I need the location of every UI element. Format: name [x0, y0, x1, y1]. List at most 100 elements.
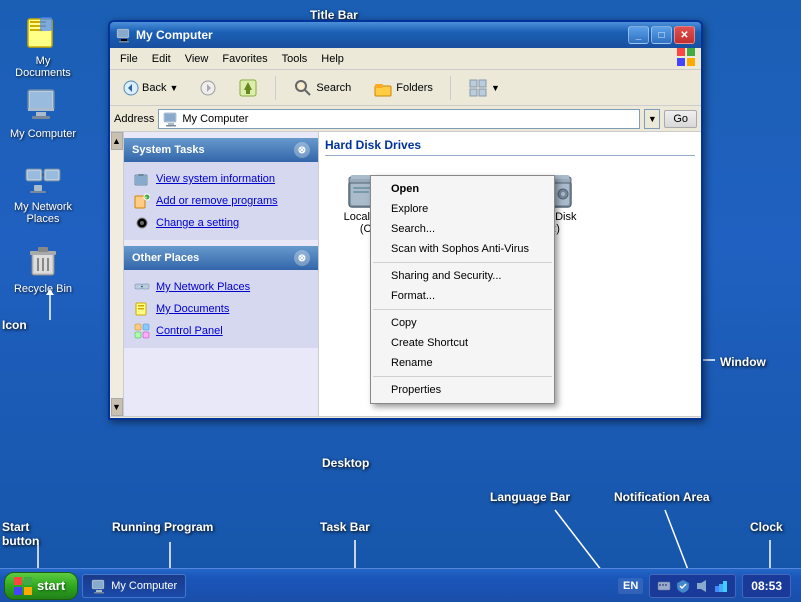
tray-icon-4[interactable] [713, 578, 729, 594]
tray-icon-2[interactable] [675, 578, 691, 594]
menu-favorites[interactable]: Favorites [216, 51, 273, 67]
ctx-rename[interactable]: Rename [371, 353, 554, 373]
keyboard-icon [657, 579, 671, 593]
link-my-network-places[interactable]: My Network Places [132, 276, 310, 298]
desktop-icon-label: My Computer [10, 128, 76, 140]
context-menu: Open Explore Search... Scan with Sophos … [370, 175, 555, 404]
back-dropdown[interactable]: ▼ [169, 83, 178, 93]
ctx-properties[interactable]: Properties [371, 380, 554, 400]
forward-icon [200, 80, 216, 96]
settings-icon [134, 215, 150, 231]
network-tray-icon [714, 579, 728, 593]
maximize-button[interactable]: □ [651, 26, 672, 44]
views-icon [468, 78, 488, 98]
language-indicator[interactable]: EN [618, 578, 643, 594]
annotation-clock: Clock [750, 520, 783, 534]
close-button[interactable]: ✕ [674, 26, 695, 44]
back-button[interactable]: Back ▼ [114, 76, 187, 100]
address-value: My Computer [182, 113, 248, 125]
minimize-button[interactable]: _ [628, 26, 649, 44]
ctx-sharing[interactable]: Sharing and Security... [371, 266, 554, 286]
menu-file[interactable]: File [114, 51, 144, 67]
other-places-collapse-icon[interactable]: ⊗ [294, 250, 310, 266]
ctx-open[interactable]: Open [371, 179, 554, 199]
system-tasks-title: System Tasks [132, 144, 205, 156]
annotation-start-button: Startbutton [2, 520, 39, 548]
info-icon [134, 171, 150, 187]
ctx-search[interactable]: Search... [371, 219, 554, 239]
annotation-language-bar: Language Bar [490, 490, 570, 504]
start-label: start [37, 578, 65, 593]
system-tasks-collapse-icon[interactable]: ⊗ [294, 142, 310, 158]
address-dropdown[interactable]: ▼ [644, 109, 660, 129]
menu-edit[interactable]: Edit [146, 51, 177, 67]
annotation-window: Window [720, 355, 766, 369]
scroll-up[interactable]: ▲ [111, 132, 123, 150]
link-add-remove-programs[interactable]: + Add or remove programs [132, 190, 310, 212]
taskbar-right: EN [612, 569, 797, 602]
folders-label: Folders [396, 82, 433, 94]
window-title: My Computer [136, 28, 213, 42]
search-icon [293, 78, 313, 98]
link-my-documents[interactable]: My Documents [132, 298, 310, 320]
desktop-icon-label: My Network Places [8, 201, 78, 225]
toolbar-separator-1 [275, 76, 276, 100]
system-tasks-header[interactable]: System Tasks ⊗ [124, 138, 318, 162]
start-button[interactable]: start [4, 572, 78, 600]
forward-button[interactable] [191, 76, 225, 100]
views-dropdown[interactable]: ▼ [491, 83, 500, 93]
annotation-taskbar: Task Bar [320, 520, 370, 534]
folders-icon [373, 78, 393, 98]
desktop-icon-recycle-bin[interactable]: Recycle Bin [8, 240, 78, 295]
back-icon [123, 80, 139, 96]
ctx-scan[interactable]: Scan with Sophos Anti-Virus [371, 239, 554, 259]
network-icon [134, 279, 150, 295]
address-computer-icon [163, 111, 179, 127]
ctx-create-shortcut[interactable]: Create Shortcut [371, 333, 554, 353]
desktop-icon-my-network[interactable]: My Network Places [8, 158, 78, 225]
clock[interactable]: 08:53 [742, 574, 791, 598]
annotation-notification-area: Notification Area [614, 490, 710, 504]
menu-view[interactable]: View [179, 51, 215, 67]
menu-help[interactable]: Help [315, 51, 350, 67]
ctx-format[interactable]: Format... [371, 286, 554, 306]
link-view-system-info[interactable]: View system information [132, 168, 310, 190]
scroll-down[interactable]: ▼ [111, 398, 123, 416]
link-control-panel[interactable]: Control Panel [132, 320, 310, 342]
desktop-icon-my-documents[interactable]: My Documents [8, 12, 78, 79]
scroll-area[interactable]: ▲ ▼ [110, 132, 124, 416]
desktop: My Documents My Computer [0, 0, 801, 602]
link-change-setting[interactable]: Change a setting [132, 212, 310, 234]
documents-icon [134, 301, 150, 317]
control-panel-icon [134, 323, 150, 339]
other-places-header[interactable]: Other Places ⊗ [124, 246, 318, 270]
folders-button[interactable]: Folders [364, 74, 442, 102]
ctx-copy[interactable]: Copy [371, 313, 554, 333]
system-tasks-content: View system information + Add or remove … [124, 162, 318, 240]
computer-icon [116, 27, 132, 43]
menu-tools[interactable]: Tools [276, 51, 314, 67]
up-button[interactable] [229, 74, 267, 102]
ctx-explore[interactable]: Explore [371, 199, 554, 219]
taskbar: start My Computer EN [0, 568, 801, 602]
ctx-sep-1 [373, 262, 552, 263]
search-button[interactable]: Search [284, 74, 360, 102]
other-places-title: Other Places [132, 252, 199, 264]
window-controls: _ □ ✕ [628, 26, 695, 44]
tray-icon-3[interactable] [694, 578, 710, 594]
desktop-icon-my-computer[interactable]: My Computer [8, 85, 78, 140]
ctx-sep-2 [373, 309, 552, 310]
address-input[interactable]: My Computer [158, 109, 640, 129]
menubar: File Edit View Favorites Tools Help [110, 48, 701, 70]
go-button[interactable]: Go [664, 110, 697, 128]
back-label: Back [142, 82, 166, 94]
views-button[interactable]: ▼ [459, 74, 509, 102]
taskbar-my-computer[interactable]: My Computer [82, 574, 186, 598]
left-panel: System Tasks ⊗ View system information [124, 132, 319, 416]
system-tray [649, 574, 736, 598]
ctx-sep-3 [373, 376, 552, 377]
toolbar-separator-2 [450, 76, 451, 100]
taskbar-computer-icon [91, 578, 107, 594]
desktop-icon-label: Recycle Bin [14, 283, 72, 295]
tray-icon-1[interactable] [656, 578, 672, 594]
